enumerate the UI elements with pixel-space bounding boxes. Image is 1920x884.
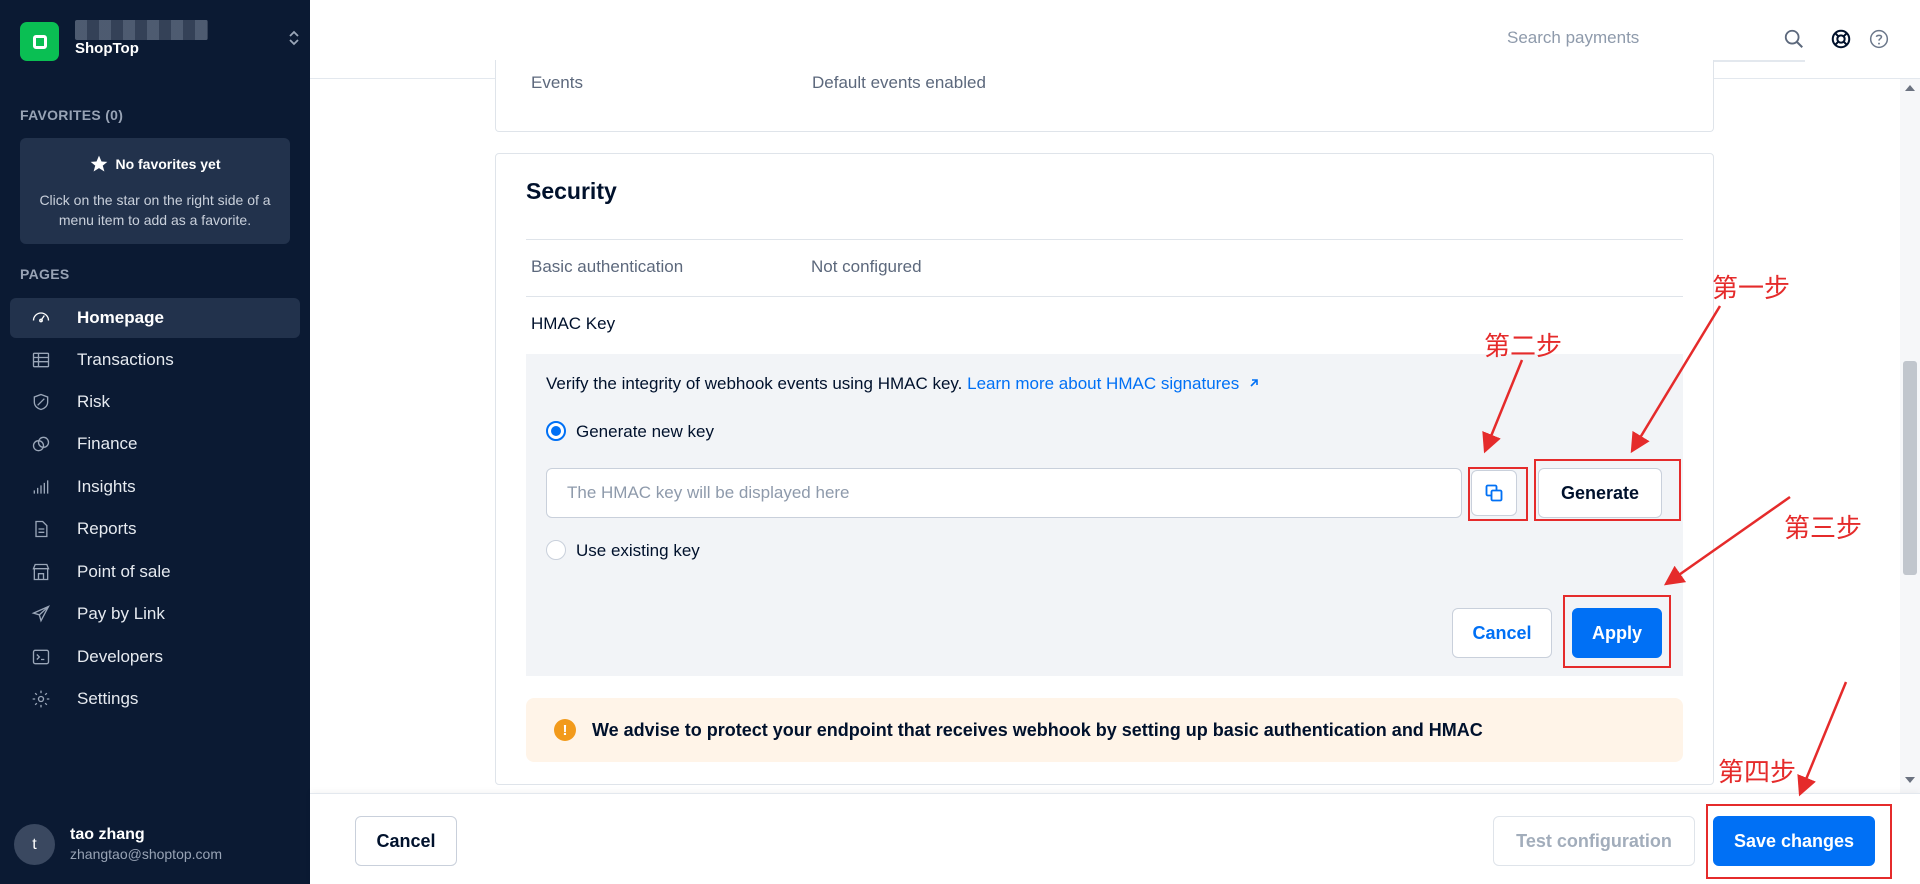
user-name: tao zhang — [70, 826, 145, 843]
sidebar-item-label: Risk — [77, 392, 111, 411]
gear-icon — [30, 688, 52, 710]
annotation-step3: 第三步 — [1784, 514, 1863, 544]
support-lifebuoy-icon[interactable] — [1830, 28, 1852, 50]
generate-new-key-radio[interactable] — [546, 421, 566, 441]
user-profile[interactable]: t tao zhang zhangtao@shoptop.com — [14, 824, 294, 868]
annotation-step2: 第二步 — [1484, 332, 1563, 362]
hmac-title: HMAC Key — [531, 314, 616, 333]
hmac-key-field[interactable] — [546, 468, 1462, 518]
brand-name: ShopTop — [75, 40, 139, 57]
store-icon — [30, 561, 52, 583]
gauge-icon — [30, 307, 52, 329]
avatar: t — [14, 824, 55, 865]
annotation-box-apply — [1563, 595, 1671, 668]
sidebar-item-finance[interactable]: Finance — [10, 424, 300, 464]
search-icon[interactable] — [1783, 28, 1805, 50]
annotation-box-generate — [1534, 459, 1681, 521]
pages-heading: PAGES — [20, 266, 70, 282]
annotation-arrow-step4 — [1797, 681, 1848, 797]
scroll-down-arrow[interactable] — [1905, 777, 1915, 783]
generate-new-key-label[interactable]: Generate new key — [576, 422, 714, 442]
star-icon — [91, 155, 108, 172]
favorites-empty-desc: Click on the star on the right side of a… — [39, 192, 271, 228]
favorites-empty-state: No favorites yet Click on the star on th… — [20, 138, 290, 244]
annotation-step1: 第一步 — [1712, 274, 1791, 304]
sidebar-item-point-of-sale[interactable]: Point of sale — [10, 552, 300, 592]
scroll-up-arrow[interactable] — [1905, 85, 1915, 91]
use-existing-key-label[interactable]: Use existing key — [576, 541, 700, 561]
document-icon — [30, 518, 52, 540]
annotation-box-copy — [1468, 467, 1528, 521]
sidebar-item-pay-by-link[interactable]: Pay by Link — [10, 594, 300, 634]
table-icon — [30, 349, 52, 371]
scrollbar[interactable] — [1900, 79, 1920, 793]
sidebar-item-developers[interactable]: Developers — [10, 637, 300, 677]
security-warning-banner: ! We advise to protect your endpoint tha… — [526, 698, 1683, 762]
sidebar-item-label: Reports — [77, 519, 137, 538]
sidebar: ShopTop FAVORITES (0) No favorites yet C… — [0, 0, 310, 884]
favorites-empty-title: No favorites yet — [115, 156, 221, 172]
sidebar-item-risk[interactable]: Risk — [10, 382, 300, 422]
blurred-account-name — [75, 20, 208, 40]
account-switcher[interactable]: ShopTop — [20, 20, 299, 61]
sidebar-item-homepage[interactable]: Homepage — [10, 298, 300, 338]
sidebar-item-label: Transactions — [77, 350, 174, 369]
sidebar-item-reports[interactable]: Reports — [10, 509, 300, 549]
hmac-description: Verify the integrity of webhook events u… — [546, 374, 963, 393]
sidebar-item-label: Pay by Link — [77, 604, 165, 623]
annotation-step4: 第四步 — [1718, 758, 1797, 788]
footer-cancel-button[interactable]: Cancel — [355, 816, 457, 866]
sidebar-item-insights[interactable]: Insights — [10, 467, 300, 507]
events-label: Events — [531, 73, 583, 92]
security-title: Security — [526, 178, 617, 204]
favorites-heading: FAVORITES (0) — [20, 107, 124, 123]
sidebar-item-label: Point of sale — [77, 562, 171, 581]
hmac-cancel-button[interactable]: Cancel — [1452, 608, 1552, 658]
shield-icon — [30, 391, 52, 413]
annotation-box-save — [1706, 804, 1892, 879]
bottom-action-bar: Cancel Test configuration Save changes — [310, 793, 1920, 884]
basic-auth-label: Basic authentication — [531, 257, 684, 276]
coins-icon — [30, 433, 52, 455]
use-existing-key-radio[interactable] — [546, 540, 566, 560]
brand-logo — [20, 22, 59, 61]
search-bar — [1507, 20, 1805, 62]
sidebar-item-settings[interactable]: Settings — [10, 679, 300, 719]
sidebar-item-transactions[interactable]: Transactions — [10, 340, 300, 380]
external-link-icon — [1250, 379, 1258, 387]
warning-text: We advise to protect your endpoint that … — [592, 719, 1483, 740]
terminal-icon — [30, 646, 52, 668]
basic-auth-value: Not configured — [811, 257, 922, 276]
warning-icon: ! — [554, 719, 576, 741]
bar-chart-icon — [30, 476, 52, 498]
user-email: zhangtao@shoptop.com — [70, 846, 222, 862]
sidebar-item-label: Developers — [77, 647, 163, 666]
test-configuration-button[interactable]: Test configuration — [1493, 816, 1695, 866]
sidebar-item-label: Homepage — [77, 308, 164, 327]
sidebar-item-label: Finance — [77, 434, 138, 453]
search-input[interactable] — [1507, 20, 1767, 56]
scroll-thumb[interactable] — [1903, 361, 1917, 575]
chevron-updown-icon[interactable] — [288, 28, 300, 49]
sidebar-item-label: Settings — [77, 689, 139, 708]
help-icon[interactable] — [1869, 29, 1889, 49]
general-card: Events Default events enabled — [495, 60, 1714, 132]
sidebar-item-label: Insights — [77, 477, 136, 496]
events-value: Default events enabled — [812, 73, 986, 92]
paper-plane-icon — [30, 603, 52, 625]
divider — [526, 239, 1683, 240]
divider — [526, 296, 1683, 297]
hmac-learn-more-link[interactable]: Learn more about HMAC signatures — [967, 374, 1260, 393]
